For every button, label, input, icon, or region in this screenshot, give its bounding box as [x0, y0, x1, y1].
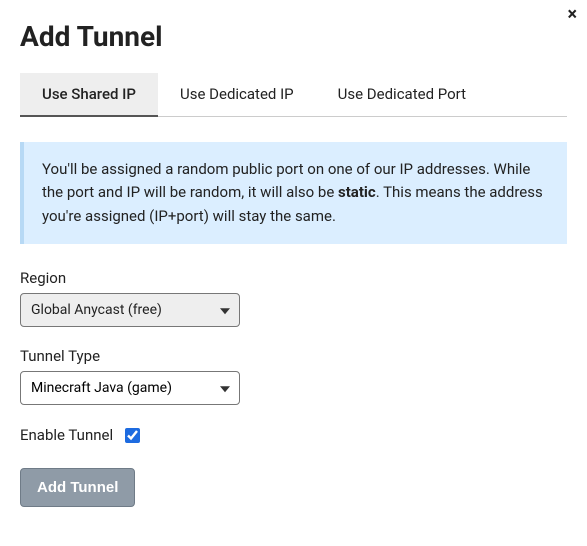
add-tunnel-button[interactable]: Add Tunnel: [20, 468, 135, 507]
region-select-wrap: Global Anycast (free): [20, 293, 240, 327]
close-icon[interactable]: ×: [567, 6, 577, 24]
tab-dedicated-ip[interactable]: Use Dedicated IP: [158, 73, 316, 116]
tab-shared-ip[interactable]: Use Shared IP: [20, 73, 158, 117]
region-select[interactable]: Global Anycast (free): [20, 293, 240, 327]
page-title: Add Tunnel: [20, 20, 567, 53]
tab-dedicated-port[interactable]: Use Dedicated Port: [316, 73, 488, 116]
region-field: Region Global Anycast (free): [20, 269, 567, 327]
enable-tunnel-checkbox[interactable]: [125, 428, 140, 443]
enable-tunnel-label: Enable Tunnel: [20, 426, 113, 444]
dialog: Add Tunnel Use Shared IP Use Dedicated I…: [0, 0, 587, 527]
tab-bar: Use Shared IP Use Dedicated IP Use Dedic…: [20, 73, 567, 117]
info-text-bold: static: [338, 183, 376, 201]
tunnel-type-field: Tunnel Type Minecraft Java (game): [20, 347, 567, 405]
tunnel-type-select-wrap: Minecraft Java (game): [20, 371, 240, 405]
info-box: You'll be assigned a random public port …: [20, 142, 567, 244]
tunnel-type-select[interactable]: Minecraft Java (game): [20, 371, 240, 405]
region-label: Region: [20, 269, 567, 287]
enable-tunnel-field: Enable Tunnel: [20, 425, 567, 446]
tunnel-type-label: Tunnel Type: [20, 347, 567, 365]
